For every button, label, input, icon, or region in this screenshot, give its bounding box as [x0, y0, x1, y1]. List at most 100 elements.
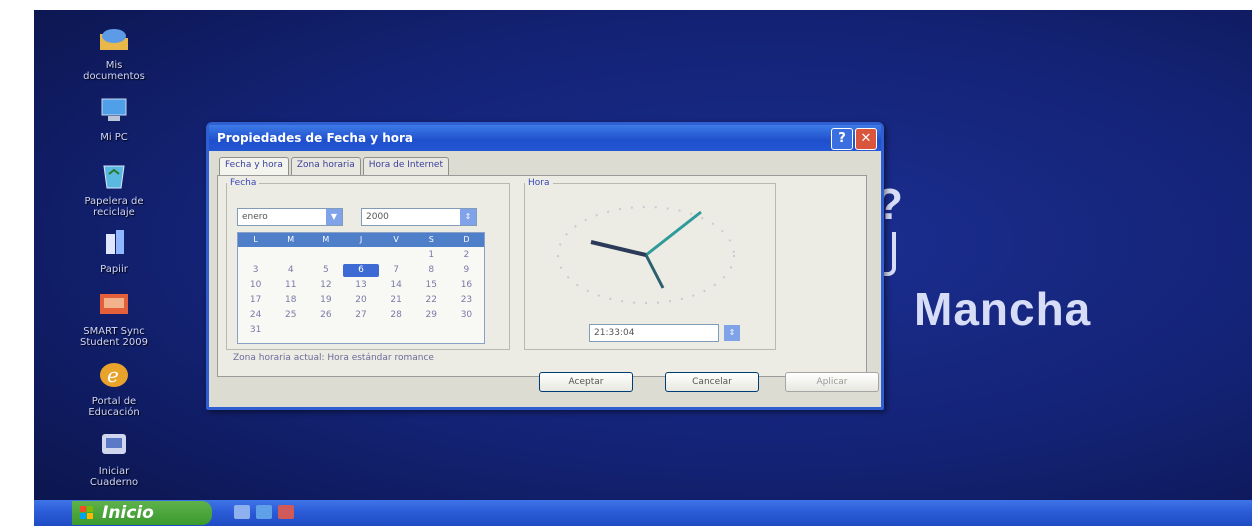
- calendar-day[interactable]: 9: [449, 264, 484, 277]
- desktop-icon-label: Papiir: [100, 264, 128, 275]
- calendar-day[interactable]: 23: [449, 294, 484, 307]
- weekday-label: M: [322, 235, 330, 244]
- taskbar: Inicio: [34, 500, 1252, 526]
- date-group-label: Fecha: [230, 178, 257, 188]
- dialog-titlebar[interactable]: Propiedades de Fecha y hora ? ✕: [209, 125, 881, 151]
- calendar-day[interactable]: 4: [273, 264, 308, 277]
- calendar-day[interactable]: 6: [343, 264, 379, 277]
- weekday-label: D: [463, 235, 470, 244]
- dialog-title: Propiedades de Fecha y hora: [217, 131, 414, 145]
- calendar-day[interactable]: 21: [379, 294, 414, 307]
- desktop-icon-label: Papelera de reciclaje: [84, 196, 144, 218]
- time-group: Hora 21:33:04 ⇕: [524, 178, 776, 350]
- calendar-day[interactable]: 8: [414, 264, 449, 277]
- calendar-day[interactable]: 15: [414, 279, 449, 292]
- weekday-label: L: [253, 235, 258, 244]
- calendar-day[interactable]: 5: [308, 264, 343, 277]
- calendar: LMMJVSD 1 2 3 4 5 6 7 8 9 10 11 12 13 14 15 16 17 18 19 20 2…: [237, 232, 485, 344]
- time-input[interactable]: 21:33:04 ⇕: [589, 324, 740, 342]
- calendar-day[interactable]: 3: [238, 264, 273, 277]
- weekday-label: V: [393, 235, 399, 244]
- calendar-day[interactable]: 14: [379, 279, 414, 292]
- ok-button[interactable]: Aceptar: [539, 372, 633, 392]
- time-group-label: Hora: [528, 178, 550, 188]
- desktop-icon-education-portal[interactable]: e Portal de Educación: [54, 360, 174, 418]
- smart-sync-icon: [94, 290, 134, 320]
- desktop-icon-recycle-bin[interactable]: Papelera de reciclaje: [54, 160, 174, 218]
- calendar-day[interactable]: 12: [308, 279, 343, 292]
- month-select[interactable]: enero ▼: [237, 208, 343, 226]
- month-value: enero: [242, 212, 268, 222]
- chevron-down-icon[interactable]: ▼: [326, 209, 342, 225]
- svg-text:e: e: [107, 363, 119, 387]
- spinner-arrows-icon[interactable]: ⇕: [724, 325, 740, 341]
- year-spinner[interactable]: 2000 ⇕: [361, 208, 477, 226]
- calendar-day: [343, 249, 378, 262]
- weekday-label: S: [428, 235, 434, 244]
- calendar-day[interactable]: 26: [308, 309, 343, 322]
- calendar-day[interactable]: 28: [379, 309, 414, 322]
- spinner-arrows-icon[interactable]: ⇕: [460, 209, 476, 225]
- cancel-button[interactable]: Cancelar: [665, 372, 759, 392]
- start-button[interactable]: Inicio: [72, 501, 212, 525]
- calendar-day[interactable]: 18: [273, 294, 308, 307]
- desktop-icon-smart-sync[interactable]: SMART Sync Student 2009: [54, 290, 174, 348]
- calendar-day[interactable]: 29: [414, 309, 449, 322]
- calendar-day: [308, 249, 343, 262]
- tab-internet-time[interactable]: Hora de Internet: [362, 157, 449, 175]
- clock-hour-hand: [590, 240, 647, 257]
- desktop-icon-label: Mis documentos: [83, 60, 145, 82]
- calendar-day[interactable]: 22: [414, 294, 449, 307]
- calendar-day[interactable]: 25: [273, 309, 308, 322]
- calendar-day[interactable]: 16: [449, 279, 484, 292]
- weekday-label: J: [359, 235, 363, 244]
- year-value: 2000: [366, 212, 389, 222]
- wallpaper-text: Mancha: [914, 283, 1092, 335]
- calendar-day: [379, 249, 414, 262]
- desktop-icon-my-documents[interactable]: Mis documentos: [54, 24, 174, 82]
- calendar-day-grid: 1 2 3 4 5 6 7 8 9 10 11 12 13 14 15 16 17 18 19 20 21 22 23 24 2…: [238, 249, 484, 337]
- clock-minute-hand: [645, 210, 702, 257]
- desktop-icon-paint[interactable]: Papiir: [54, 228, 174, 275]
- close-button[interactable]: ✕: [855, 128, 877, 150]
- tab-panel: Fecha enero ▼ 2000 ⇕ LMMJVSD 1 2 3 4 5 6 7 8 9 10…: [217, 175, 867, 377]
- tab-date-time[interactable]: Fecha y hora: [219, 157, 289, 175]
- calendar-weekday-header: LMMJVSD: [238, 233, 484, 247]
- calendar-day[interactable]: 27: [343, 309, 378, 322]
- help-button[interactable]: ?: [831, 128, 853, 150]
- calendar-day[interactable]: 1: [414, 249, 449, 262]
- calendar-day: [238, 249, 273, 262]
- browser-icon[interactable]: [256, 505, 272, 519]
- computer-icon: [94, 96, 134, 126]
- desktop-icon-label: SMART Sync Student 2009: [80, 326, 148, 348]
- calendar-day[interactable]: 30: [449, 309, 484, 322]
- calendar-day[interactable]: 2: [449, 249, 484, 262]
- windows-logo-icon: [80, 506, 93, 519]
- date-group: Fecha enero ▼ 2000 ⇕ LMMJVSD 1 2 3 4 5 6 7 8 9 10…: [226, 178, 510, 350]
- apply-button[interactable]: Aplicar: [785, 372, 879, 392]
- recycle-bin-icon: [94, 160, 134, 190]
- calendar-day[interactable]: 11: [273, 279, 308, 292]
- tab-time-zone[interactable]: Zona horaria: [290, 157, 361, 175]
- calendar-day[interactable]: 17: [238, 294, 273, 307]
- desktop-icon-label: Mi PC: [100, 132, 128, 143]
- desktop-icon-my-pc[interactable]: Mi PC: [54, 96, 174, 143]
- calendar-day[interactable]: 7: [379, 264, 414, 277]
- clock-second-hand: [644, 254, 665, 289]
- calendar-day[interactable]: 24: [238, 309, 273, 322]
- weekday-label: M: [287, 235, 295, 244]
- calendar-day[interactable]: 10: [238, 279, 273, 292]
- calendar-day[interactable]: 19: [308, 294, 343, 307]
- paint-icon: [94, 228, 134, 258]
- date-time-properties-dialog: Propiedades de Fecha y hora ? ✕ Fecha y …: [206, 122, 884, 410]
- show-desktop-icon[interactable]: [234, 505, 250, 519]
- tab-strip: Fecha y hora Zona horaria Hora de Intern…: [219, 157, 451, 175]
- education-portal-icon: e: [94, 360, 134, 390]
- start-label: Inicio: [102, 503, 154, 523]
- calendar-day[interactable]: 13: [343, 279, 378, 292]
- calendar-day[interactable]: 20: [343, 294, 378, 307]
- calendar-day: [273, 249, 308, 262]
- calendar-day[interactable]: 31: [238, 324, 273, 337]
- media-player-icon[interactable]: [278, 505, 294, 519]
- desktop-icon-notebook[interactable]: Iniciar Cuaderno: [54, 430, 174, 488]
